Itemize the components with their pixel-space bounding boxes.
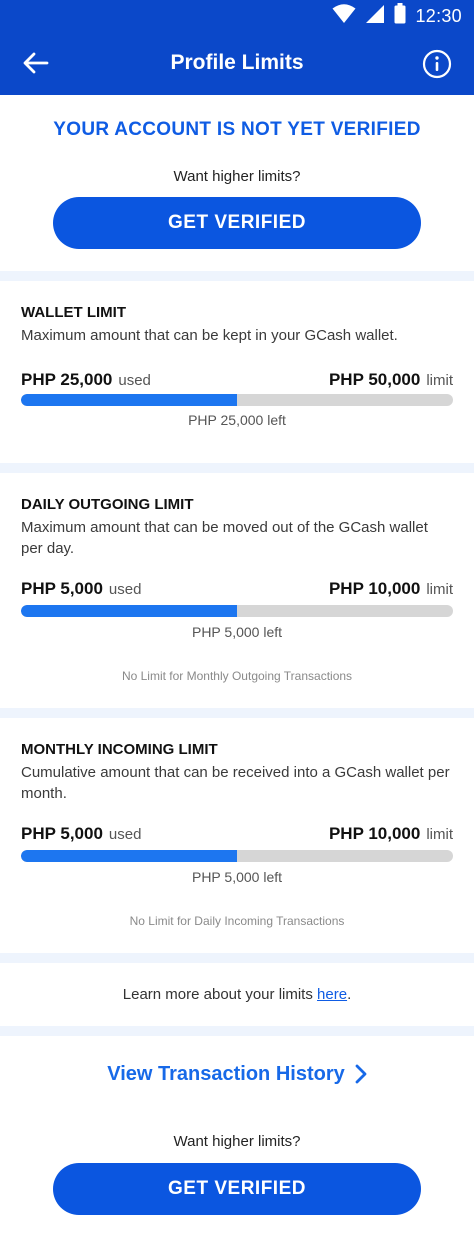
used-label: used (118, 372, 151, 389)
progress-fill (21, 850, 237, 862)
learn-more-link[interactable]: here (317, 986, 347, 1003)
verification-status-heading: YOUR ACCOUNT IS NOT YET VERIFIED (53, 119, 421, 140)
progress-bar (21, 394, 453, 406)
limit-label: limit (426, 372, 453, 389)
wifi-icon (332, 3, 356, 29)
section-divider (0, 1026, 474, 1036)
info-button[interactable] (422, 49, 452, 79)
remaining-amount: PHP 5,000 left (191, 869, 283, 885)
progress-bar (21, 605, 453, 617)
progress-fill (21, 605, 237, 617)
section-divider (0, 271, 474, 281)
limit-label: limit (426, 581, 453, 598)
limit-title: DAILY OUTGOING LIMIT (21, 496, 194, 513)
used-amount: PHP 5,000 (21, 579, 103, 598)
page-title: Profile Limits (170, 51, 304, 74)
section-divider (0, 953, 474, 963)
daily-outgoing-limit-card: DAILY OUTGOING LIMIT Maximum amount that… (0, 496, 474, 696)
info-icon (422, 49, 452, 79)
cellular-signal-icon (365, 4, 385, 29)
limit-amounts: PHP 5,000 used PHP 10,000 limit (21, 824, 453, 848)
view-transaction-history-link[interactable]: View Transaction History (0, 1061, 474, 1087)
limit-amount: PHP 50,000 (328, 370, 421, 389)
get-verified-button[interactable]: GET VERIFIED (53, 197, 421, 249)
battery-icon (394, 3, 406, 29)
remaining-amount: PHP 25,000 left (188, 412, 286, 428)
monthly-incoming-limit-card: MONTHLY INCOMING LIMIT Cumulative amount… (0, 741, 474, 941)
limit-description: Cumulative amount that can be received i… (21, 764, 450, 802)
app-bar: Profile Limits (0, 32, 474, 95)
limit-amount: PHP 10,000 (328, 579, 421, 598)
used-amount: PHP 5,000 (21, 824, 103, 843)
higher-limits-prompt: Want higher limits? (173, 168, 301, 185)
learn-more-text: Learn more about your limits here. (122, 986, 352, 1003)
wallet-limit-card: WALLET LIMIT Maximum amount that can be … (0, 304, 474, 444)
chevron-right-icon (355, 1064, 367, 1084)
higher-limits-prompt: Want higher limits? (173, 1133, 301, 1150)
limit-description: Maximum amount that can be moved out of … (21, 519, 428, 557)
status-bar: 12:30 (0, 0, 474, 32)
limit-amount: PHP 10,000 (328, 824, 421, 843)
limit-title: WALLET LIMIT (21, 304, 126, 321)
get-verified-button[interactable]: GET VERIFIED (53, 1163, 421, 1215)
history-label: View Transaction History (107, 1062, 345, 1085)
section-divider (0, 463, 474, 473)
limit-amounts: PHP 25,000 used PHP 50,000 limit (21, 370, 453, 394)
limit-amounts: PHP 5,000 used PHP 10,000 limit (21, 579, 453, 603)
remaining-amount: PHP 5,000 left (191, 624, 283, 640)
progress-fill (21, 394, 237, 406)
app-header: 12:30 Profile Limits (0, 0, 474, 95)
limit-label: limit (426, 826, 453, 843)
limit-note: No Limit for Monthly Outgoing Transactio… (121, 669, 353, 683)
status-time: 12:30 (415, 5, 462, 26)
used-amount: PHP 25,000 (21, 370, 113, 389)
progress-bar (21, 850, 453, 862)
section-divider (0, 708, 474, 718)
used-label: used (108, 581, 142, 598)
limit-title: MONTHLY INCOMING LIMIT (21, 741, 218, 758)
limit-description: Maximum amount that can be kept in your … (21, 327, 398, 344)
limit-note: No Limit for Daily Incoming Transactions (129, 914, 345, 928)
used-label: used (108, 826, 142, 843)
